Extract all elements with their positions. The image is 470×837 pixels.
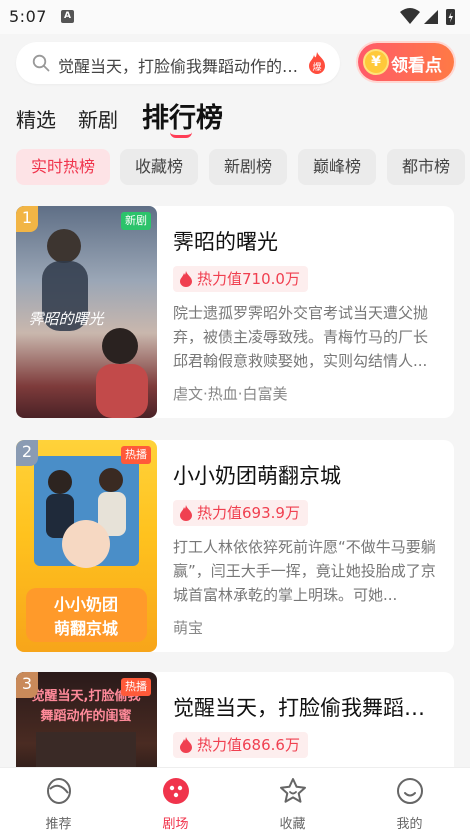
heat-fire-icon <box>180 271 192 287</box>
heat-fire-icon <box>180 737 192 753</box>
chip-realtime-hot[interactable]: 实时热榜 <box>16 149 110 185</box>
hot-badge: 热播 <box>121 678 151 696</box>
heat-value: 热力值686.6万 <box>173 732 308 758</box>
app-screen: 5:07 A 觉醒当天，打脸偷我舞蹈动作的闺蜜 爆 ¥ 领看点 精选 新剧 排行… <box>0 0 470 837</box>
drama-tags: 萌宝 <box>173 619 204 637</box>
notification-icon: A <box>61 10 74 23</box>
heat-value: 热力值693.9万 <box>173 500 308 526</box>
recommend-icon <box>47 778 71 804</box>
drama-poster: 小小奶团 萌翻京城 2 热播 <box>16 440 157 652</box>
chip-new-drama[interactable]: 新剧榜 <box>209 149 287 185</box>
drama-title: 觉醒当天，打脸偷我舞蹈动作的闺蜜 <box>173 696 443 720</box>
star-icon <box>280 778 306 803</box>
hot-fire-icon: 爆 <box>309 52 325 74</box>
bottom-navigation: 推荐 剧场 收藏 我的 <box>0 767 470 837</box>
hot-badge: 热播 <box>121 446 151 464</box>
nav-label: 剧场 <box>162 817 189 832</box>
chip-peak[interactable]: 巅峰榜 <box>298 149 376 185</box>
hot-badge-text: 爆 <box>312 61 321 73</box>
search-icon <box>32 54 50 72</box>
chip-favorites[interactable]: 收藏榜 <box>120 149 198 185</box>
drama-tags: 虐文·热血·白富美 <box>173 385 288 403</box>
poster-title-line2: 萌翻京城 <box>54 619 118 638</box>
search-bar[interactable]: 觉醒当天，打脸偷我舞蹈动作的闺蜜 爆 <box>16 42 340 84</box>
tab-ranking[interactable]: 排行榜 <box>142 96 223 135</box>
heat-text: 热力值686.6万 <box>197 736 300 754</box>
poster-title-line2: 舞蹈动作的闺蜜 <box>39 708 131 724</box>
signal-icon <box>424 10 438 24</box>
status-time: 5:07 <box>9 7 47 26</box>
drama-title: 小小奶团萌翻京城 <box>173 464 341 488</box>
heat-fire-icon <box>180 505 192 521</box>
new-badge: 新剧 <box>121 212 151 230</box>
earn-points-label: 领看点 <box>391 56 442 76</box>
wifi-icon <box>400 8 420 24</box>
drama-description: 院士遗孤罗霁昭外交官考试当天遭父抛弃，被债主凌辱致残。青梅竹马的厂长邱君翰假意救… <box>173 304 429 370</box>
poster-art: 小小奶团 萌翻京城 <box>26 456 147 642</box>
poster-title: 霁昭的曙光 <box>28 310 104 328</box>
rank-badge: 1 <box>16 206 38 232</box>
earn-points-button[interactable]: ¥ 领看点 <box>358 43 454 81</box>
nav-recommend[interactable]: 推荐 <box>0 768 117 837</box>
nav-profile[interactable]: 我的 <box>351 768 468 837</box>
heat-text: 热力值710.0万 <box>197 270 300 288</box>
nav-favorites[interactable]: 收藏 <box>234 768 351 837</box>
heat-text: 热力值693.9万 <box>197 504 300 522</box>
drama-poster: 霁昭的曙光 1 新剧 <box>16 206 157 418</box>
ranking-filter-chips: 实时热榜 收藏榜 新剧榜 巅峰榜 都市榜 <box>16 149 470 187</box>
theater-icon <box>163 778 189 804</box>
smile-icon <box>397 778 423 804</box>
tab-new-drama[interactable]: 新剧 <box>78 104 118 133</box>
drama-description: 打工人林依依猝死前许愿“不做牛马要躺赢”，闫王大手一挥，竟让她投胎成了京城首富林… <box>173 538 436 604</box>
nav-label: 收藏 <box>279 817 306 832</box>
nav-theater[interactable]: 剧场 <box>117 768 234 837</box>
poster-title-line1: 小小奶团 <box>54 595 118 614</box>
tab-featured[interactable]: 精选 <box>16 104 56 133</box>
rank-badge: 3 <box>16 672 38 698</box>
drama-title: 霁昭的曙光 <box>173 230 278 254</box>
rank-badge: 2 <box>16 440 38 466</box>
nav-label: 我的 <box>396 817 423 832</box>
heat-value: 热力值710.0万 <box>173 266 308 292</box>
poster-art: 霁昭的曙光 <box>28 229 148 418</box>
drama-card[interactable]: 霁昭的曙光 1 新剧 霁昭的曙光 热力值710.0万 院士遗孤罗霁昭外交官考试当… <box>16 206 454 418</box>
search-suggestion-text: 觉醒当天，打脸偷我舞蹈动作的闺蜜 <box>58 57 308 76</box>
active-tab-indicator <box>170 132 192 138</box>
system-status-icons <box>400 8 455 25</box>
coin-icon: ¥ <box>363 49 389 75</box>
chip-urban[interactable]: 都市榜 <box>387 149 465 185</box>
status-bar: 5:07 A <box>0 0 470 34</box>
nav-label: 推荐 <box>45 817 72 832</box>
drama-card[interactable]: 小小奶团 萌翻京城 2 热播 小小奶团萌翻京城 热力值693.9万 打工人林依依… <box>16 440 454 652</box>
